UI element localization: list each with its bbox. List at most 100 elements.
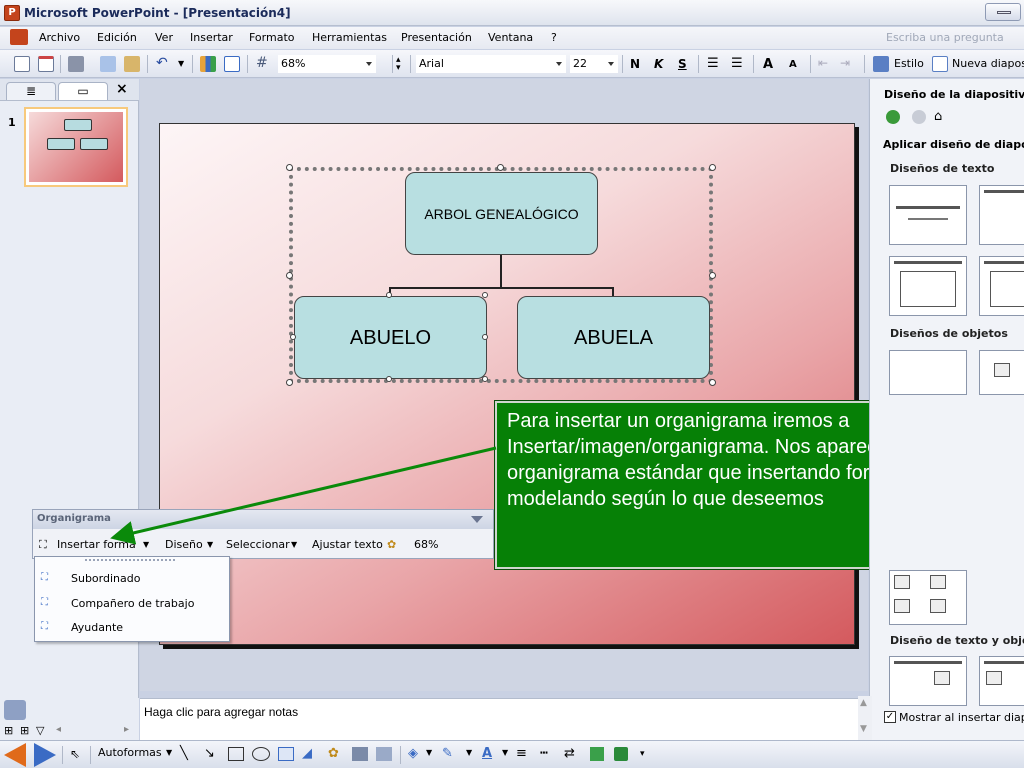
dash-style-icon[interactable]: ┅ — [540, 747, 548, 763]
chart-icon[interactable] — [200, 56, 216, 72]
org-node-right[interactable]: ABUELA — [517, 296, 710, 379]
minimize-button[interactable] — [985, 3, 1021, 21]
rectangle-icon[interactable] — [228, 747, 244, 761]
layout-blank[interactable] — [889, 350, 967, 395]
zoom-combo[interactable]: 68% — [278, 55, 376, 73]
clipart-icon[interactable] — [352, 747, 368, 761]
font-color-dropdown-icon[interactable]: ▼ — [502, 748, 508, 764]
toolbar-dropdown-icon[interactable] — [471, 516, 483, 523]
decrease-indent-icon[interactable]: ⇤ — [818, 56, 828, 72]
layout-content[interactable] — [979, 350, 1024, 395]
layout-title-slide[interactable] — [889, 185, 967, 245]
layout-two-columns[interactable] — [979, 256, 1024, 316]
new-document-icon[interactable] — [14, 56, 30, 72]
resize-handle[interactable] — [497, 164, 504, 171]
help-question-input[interactable]: Escriba una pregunta — [886, 31, 1004, 44]
table-icon[interactable] — [224, 56, 240, 72]
line-icon[interactable]: ╲ — [180, 747, 188, 763]
menu-1[interactable]: Edición — [97, 31, 137, 44]
select-button[interactable]: Seleccionar — [226, 538, 290, 551]
italic-button[interactable]: K — [654, 57, 663, 71]
increase-indent-icon[interactable]: ⇥ — [840, 56, 850, 72]
resize-handle[interactable] — [286, 164, 293, 171]
resize-handle[interactable] — [286, 272, 293, 279]
autoshapes-button[interactable]: Autoformas — [98, 746, 162, 762]
insert-shape-button[interactable]: Insertar forma — [57, 538, 136, 551]
menu-4[interactable]: Formato — [249, 31, 295, 44]
grid-icon[interactable]: # — [256, 56, 268, 72]
scroll-left-icon[interactable]: ◂ — [56, 724, 61, 735]
menu-drag-handle[interactable] — [85, 559, 175, 561]
autoshapes-dropdown-icon[interactable]: ▼ — [166, 748, 172, 764]
node-handle[interactable] — [482, 292, 488, 298]
design-dropdown-icon[interactable]: ▼ — [207, 540, 213, 549]
line-color-icon[interactable]: ✎ — [442, 747, 453, 763]
diagram-icon[interactable]: ✿ — [328, 747, 339, 763]
wordart-icon[interactable]: ◢ — [302, 747, 312, 763]
vertical-scrollbar[interactable]: ▲ ▼ — [858, 696, 872, 740]
design-button[interactable]: Diseño — [165, 538, 203, 551]
slideshow-view-icon[interactable]: ▽ — [36, 724, 44, 737]
layout-title-text[interactable] — [889, 256, 967, 316]
tab-slides[interactable]: ▭ — [58, 82, 108, 100]
menu-item-subordinate[interactable]: ⛶ Subordinado — [35, 568, 229, 590]
shrink-font-button[interactable]: A — [789, 59, 797, 70]
node-handle[interactable] — [386, 376, 392, 382]
menu-5[interactable]: Herramientas — [312, 31, 387, 44]
3d-icon[interactable] — [614, 747, 628, 761]
line-color-dropdown-icon[interactable]: ▼ — [466, 748, 472, 764]
org-node-root[interactable]: ARBOL GENEALÓGICO — [405, 172, 598, 255]
org-zoom-value[interactable]: 68% — [414, 538, 438, 551]
fill-color-icon[interactable]: ◈ — [408, 747, 418, 763]
close-pane-button[interactable]: × — [116, 81, 128, 97]
toolbar-options-icon[interactable]: ▾ — [640, 749, 645, 765]
menu-3[interactable]: Insertar — [190, 31, 233, 44]
menu-0[interactable]: Archivo — [39, 31, 80, 44]
layout-text-objects-1[interactable] — [889, 656, 967, 706]
slide-thumbnail[interactable] — [24, 107, 128, 187]
powerpoint-app-icon[interactable]: P — [4, 5, 20, 21]
fill-color-dropdown-icon[interactable]: ▼ — [426, 748, 432, 764]
bulleted-list-icon[interactable]: ☰ — [731, 56, 743, 72]
scroll-right-icon[interactable]: ▸ — [124, 724, 129, 735]
select-pointer-icon[interactable]: ⇖ — [70, 747, 80, 763]
menu-item-coworker[interactable]: ⛶ Compañero de trabajo — [35, 593, 229, 615]
resize-handle[interactable] — [286, 379, 293, 386]
toolbar-options-icon[interactable]: ▴ ▾ — [396, 56, 401, 73]
menu-item-assistant[interactable]: ⛶ Ayudante — [35, 617, 229, 639]
forward-icon[interactable] — [910, 108, 930, 126]
textbox-icon[interactable] — [278, 747, 294, 761]
copy-icon[interactable] — [100, 56, 116, 72]
layout-four-objects[interactable] — [889, 570, 967, 625]
arrow-style-icon[interactable]: ⇄ — [564, 747, 575, 763]
oval-icon[interactable] — [252, 747, 270, 761]
numbered-list-icon[interactable]: ☰ — [707, 56, 719, 72]
shadow-icon[interactable] — [590, 747, 604, 761]
paste-icon[interactable] — [124, 56, 140, 72]
menu-6[interactable]: Presentación — [401, 31, 472, 44]
home-view-icon[interactable] — [4, 700, 26, 720]
home-icon[interactable]: ⌂ — [934, 108, 954, 126]
underline-button[interactable]: S — [678, 57, 687, 71]
style-button[interactable]: Estilo — [894, 57, 924, 73]
menu-7[interactable]: Ventana — [488, 31, 533, 44]
scroll-down-icon[interactable]: ▼ — [860, 724, 867, 734]
back-icon[interactable] — [884, 108, 904, 126]
node-handle[interactable] — [386, 292, 392, 298]
undo-icon[interactable]: ↶ — [156, 56, 168, 72]
node-handle[interactable] — [290, 334, 296, 340]
tab-outline[interactable]: ≣ — [6, 82, 56, 100]
org-node-left[interactable]: ABUELO — [294, 296, 487, 379]
node-handle[interactable] — [482, 334, 488, 340]
layout-text-objects-2[interactable] — [979, 656, 1024, 706]
node-handle[interactable] — [482, 376, 488, 382]
menu-8[interactable]: ? — [551, 31, 557, 44]
grow-font-button[interactable]: A — [763, 57, 773, 72]
select-dropdown-icon[interactable]: ▼ — [291, 540, 297, 549]
picture-icon[interactable] — [376, 747, 392, 761]
resize-handle[interactable] — [709, 164, 716, 171]
font-color-icon[interactable]: A — [482, 747, 492, 763]
print-icon[interactable] — [68, 56, 84, 72]
font-combo[interactable]: Arial — [416, 55, 566, 73]
document-control-icon[interactable] — [10, 29, 28, 45]
